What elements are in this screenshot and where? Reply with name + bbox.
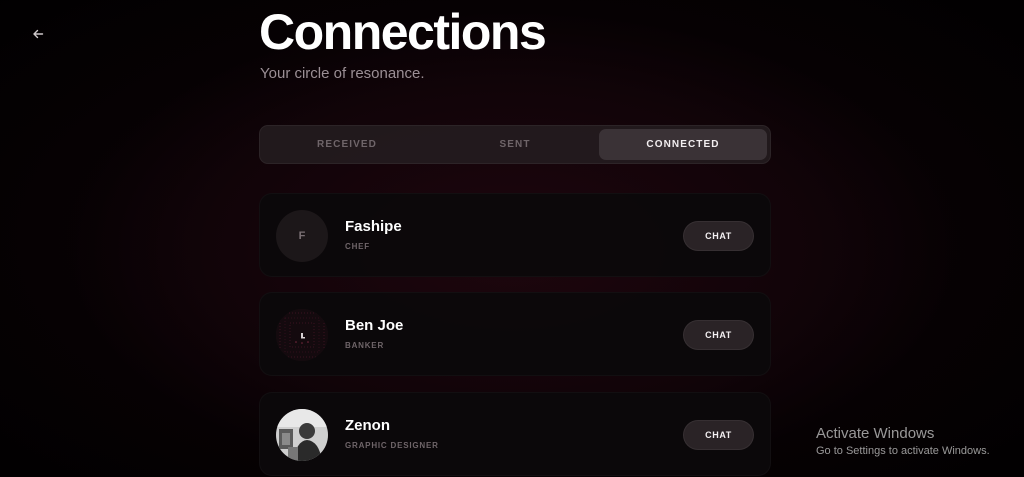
avatar: F <box>276 210 328 262</box>
chat-button[interactable]: CHAT <box>683 320 754 350</box>
back-button[interactable] <box>24 20 52 48</box>
tab-received[interactable]: RECEIVED <box>263 129 431 160</box>
avatar <box>276 309 328 361</box>
avatar-photo-icon <box>276 409 328 461</box>
avatar <box>276 409 328 461</box>
connection-name: Ben Joe <box>345 317 404 334</box>
chat-button[interactable]: CHAT <box>683 420 754 450</box>
page-title: Connections <box>259 4 547 60</box>
watermark-title: Activate Windows <box>816 425 935 442</box>
tab-sent[interactable]: SENT <box>431 129 599 160</box>
page-subtitle: Your circle of resonance. <box>260 65 425 82</box>
connections-screen: Connections Your circle of resonance. RE… <box>0 0 1024 477</box>
connection-name: Zenon <box>345 417 390 434</box>
chat-button[interactable]: CHAT <box>683 221 754 251</box>
avatar-initial: F <box>298 230 306 242</box>
connection-role: BANKER <box>345 341 385 350</box>
connection-name: Fashipe <box>345 218 402 235</box>
watermark-subtitle: Go to Settings to activate Windows. <box>816 445 990 457</box>
connection-card: Ben Joe BANKER CHAT <box>259 292 771 376</box>
connection-card: F Fashipe CHEF CHAT <box>259 193 771 277</box>
connection-card: Zenon GRAPHIC DESIGNER CHAT <box>259 392 771 476</box>
avatar-photo-icon <box>276 309 328 361</box>
arrow-left-icon <box>33 29 44 39</box>
activate-windows-watermark: Activate Windows Go to Settings to activ… <box>816 424 990 458</box>
tab-connected[interactable]: CONNECTED <box>599 129 767 160</box>
connection-role: GRAPHIC DESIGNER <box>345 441 439 450</box>
connection-tabs: RECEIVED SENT CONNECTED <box>259 125 771 164</box>
connection-role: CHEF <box>345 242 370 251</box>
